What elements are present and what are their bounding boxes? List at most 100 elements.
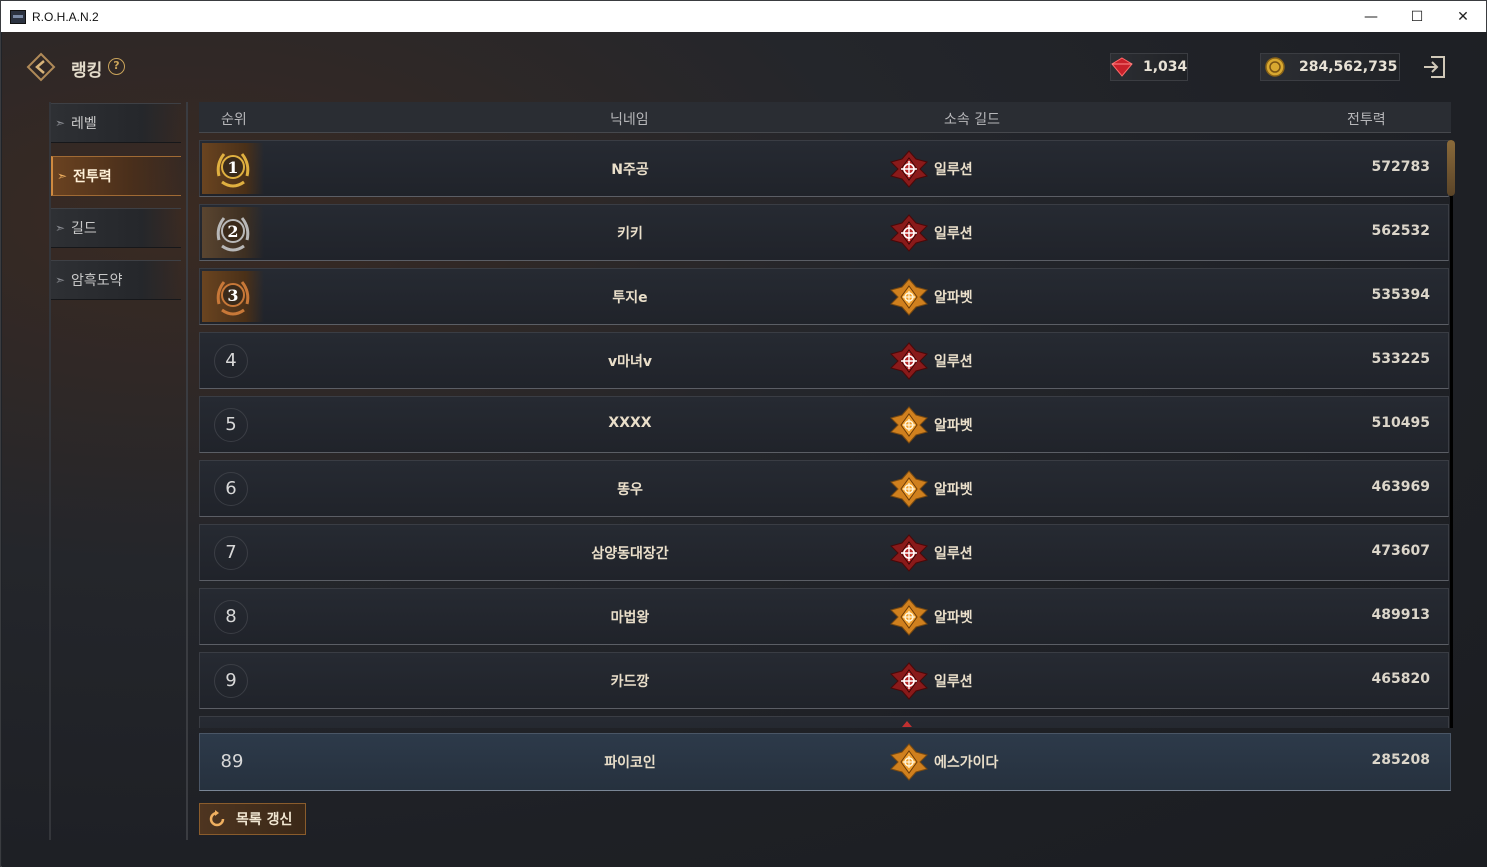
- exit-icon[interactable]: [1420, 53, 1450, 81]
- rank-number: 9: [214, 664, 248, 698]
- rank-medal-badge: 2: [202, 207, 264, 258]
- combat-power: 533225: [1371, 351, 1430, 367]
- table-row[interactable]: 4 v마녀v 일루션 533225: [199, 332, 1449, 389]
- guild-emblem-icon: [890, 743, 928, 781]
- rank-number: 5: [214, 408, 248, 442]
- nickname: N주공: [611, 162, 649, 178]
- combat-power: 473607: [1371, 543, 1430, 559]
- guild-emblem-icon: [890, 662, 928, 700]
- gold-currency: 284,562,735: [1260, 53, 1400, 81]
- guild-name: 일루션: [934, 226, 973, 242]
- combat-power: 535394: [1371, 287, 1430, 303]
- ranking-list[interactable]: 1 N주공 일루션 572783 2 키키 일루션 562532 3 투지e 알파벳 535394 4 v…: [199, 140, 1451, 728]
- table-row[interactable]: 1 N주공 일루션 572783: [199, 140, 1449, 197]
- column-nickname: 닉네임: [610, 112, 649, 128]
- table-row[interactable]: 8 마법왕 알파벳 489913: [199, 588, 1449, 645]
- guild-name: 에스가이다: [934, 755, 999, 771]
- guild-emblem-icon: [890, 598, 928, 636]
- ruby-icon: [1111, 54, 1133, 80]
- nickname: XXXX: [608, 415, 652, 431]
- back-arrow-icon[interactable]: [26, 52, 56, 82]
- gold-amount: 284,562,735: [1299, 59, 1398, 75]
- guild-name: 일루션: [934, 354, 973, 370]
- column-power: 전투력: [1347, 112, 1386, 128]
- refresh-label: 목록 갱신: [236, 812, 293, 828]
- guild-name: 알파벳: [934, 610, 973, 626]
- close-button[interactable]: ✕: [1440, 1, 1486, 32]
- ranking-screen: 랭킹 ? 1,034 284,562,735 ➣ 레벨 ➣ 전투력 ➣ 길드 ➣…: [2, 32, 1487, 867]
- gold-coin-icon: [1261, 54, 1289, 80]
- tab-label: 암흑도약: [71, 273, 123, 289]
- column-guild: 소속 길드: [944, 112, 1000, 128]
- rank-medal-badge: 1: [202, 143, 264, 194]
- combat-power: 489913: [1371, 607, 1430, 623]
- tab-arrow-icon: ➣: [57, 169, 68, 183]
- tab-dark-leap[interactable]: ➣ 암흑도약: [51, 260, 181, 300]
- nickname: 투지e: [612, 290, 648, 306]
- rank-medal-badge: 3: [202, 271, 264, 322]
- combat-power: 463969: [1371, 479, 1430, 495]
- combat-power: 285208: [1371, 752, 1430, 768]
- table-row[interactable]: 3 투지e 알파벳 535394: [199, 268, 1449, 325]
- rank-number: 6: [214, 472, 248, 506]
- refresh-list-button[interactable]: 목록 갱신: [199, 803, 306, 835]
- tab-combat-power[interactable]: ➣ 전투력: [51, 156, 181, 196]
- rank-number: 1: [227, 158, 238, 177]
- tab-level[interactable]: ➣ 레벨: [51, 103, 181, 143]
- guild-emblem-icon: [890, 278, 928, 316]
- table-row[interactable]: 5 XXXX 알파벳 510495: [199, 396, 1449, 453]
- rank-number: 8: [214, 600, 248, 634]
- combat-power: 510495: [1371, 415, 1430, 431]
- guild-name: 일루션: [934, 546, 973, 562]
- maximize-button[interactable]: ☐: [1394, 1, 1440, 32]
- tab-arrow-icon: ➣: [55, 221, 66, 235]
- table-row[interactable]: 6 똥우 알파벳 463969: [199, 460, 1449, 517]
- tab-label: 레벨: [71, 116, 97, 132]
- table-row[interactable]: 7 삼양동대장간 일루션 473607: [199, 524, 1449, 581]
- nickname: 키키: [617, 226, 643, 242]
- rank-number: 3: [227, 286, 238, 305]
- scrollbar[interactable]: [1447, 140, 1455, 728]
- nickname: v마녀v: [607, 354, 652, 370]
- guild-emblem-icon: [890, 534, 928, 572]
- tab-label: 전투력: [73, 169, 112, 185]
- combat-power: 572783: [1371, 159, 1430, 175]
- combat-power: 562532: [1371, 223, 1430, 239]
- nickname: 삼양동대장간: [591, 546, 669, 562]
- guild-name: 알파벳: [934, 418, 973, 434]
- scroll-thumb[interactable]: [1447, 140, 1455, 196]
- guild-emblem-icon: [890, 150, 928, 188]
- my-rank-row: 89 파이코인 에스가이다 285208: [199, 733, 1451, 791]
- tab-arrow-icon: ➣: [55, 116, 66, 130]
- help-icon[interactable]: ?: [108, 58, 125, 75]
- table-row-partial: [199, 716, 1449, 728]
- tab-arrow-icon: ➣: [55, 273, 66, 287]
- ruby-amount: 1,034: [1143, 59, 1188, 75]
- column-rank: 순위: [221, 112, 247, 128]
- refresh-icon: [209, 810, 225, 827]
- title-bar: R.O.H.A.N.2 — ☐ ✕: [1, 1, 1486, 32]
- laurel-medal-icon: 2: [216, 216, 250, 251]
- nickname: 마법왕: [610, 610, 650, 626]
- ruby-currency: 1,034: [1110, 53, 1188, 81]
- scroll-up-arrow-icon[interactable]: [902, 721, 912, 727]
- tab-guild[interactable]: ➣ 길드: [51, 208, 181, 248]
- rank-number: 2: [227, 222, 238, 241]
- guild-name: 알파벳: [934, 482, 973, 498]
- table-header: 순위 닉네임 소속 길드 전투력: [199, 102, 1451, 133]
- guild-emblem-icon: [890, 406, 928, 444]
- tab-label: 길드: [71, 221, 97, 237]
- nickname: 파이코인: [604, 755, 656, 771]
- minimize-button[interactable]: —: [1348, 1, 1394, 32]
- combat-power: 465820: [1371, 671, 1430, 687]
- nickname: 카드깡: [610, 674, 650, 690]
- laurel-medal-icon: 3: [216, 280, 250, 315]
- table-row[interactable]: 2 키키 일루션 562532: [199, 204, 1449, 261]
- guild-name: 일루션: [934, 162, 973, 178]
- nickname: 똥우: [617, 482, 643, 498]
- rank-number: 7: [214, 536, 248, 570]
- table-row[interactable]: 9 카드깡 일루션 465820: [199, 652, 1449, 709]
- app-icon: [10, 9, 26, 24]
- laurel-medal-icon: 1: [216, 152, 250, 187]
- guild-name: 일루션: [934, 674, 973, 690]
